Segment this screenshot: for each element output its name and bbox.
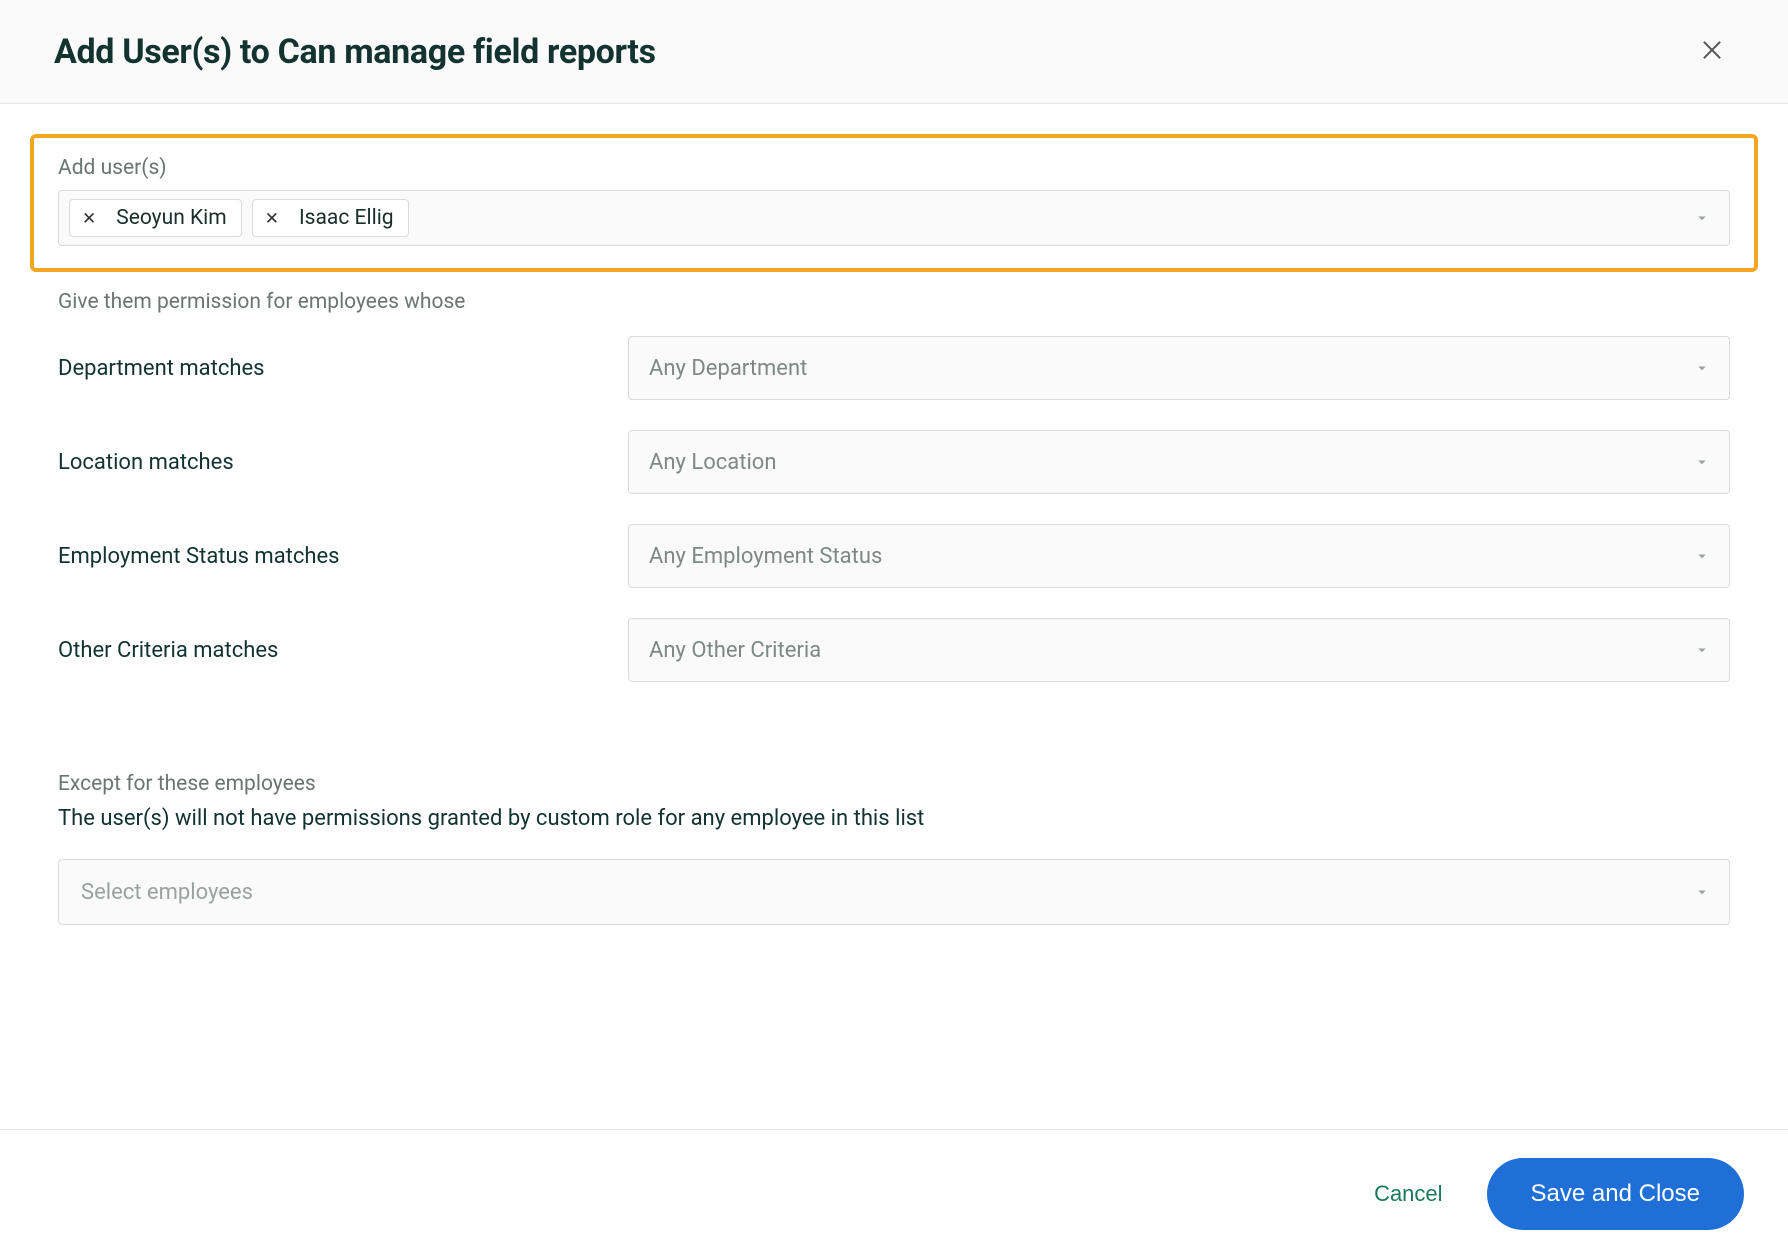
criteria-row-department: Department matches Any Department	[58, 336, 1730, 400]
criteria-label: Employment Status matches	[58, 544, 628, 569]
select-placeholder: Any Location	[649, 450, 777, 475]
chip-remove-button[interactable]: ✕	[76, 210, 102, 227]
criteria-label: Location matches	[58, 450, 628, 475]
x-icon: ✕	[265, 209, 279, 228]
chevron-down-icon	[1693, 453, 1711, 471]
chip-label: Isaac Ellig	[299, 206, 394, 230]
select-placeholder: Select employees	[81, 880, 253, 905]
select-placeholder: Any Department	[649, 356, 807, 381]
other-criteria-select[interactable]: Any Other Criteria	[628, 618, 1730, 682]
dialog-title: Add User(s) to Can manage field reports	[54, 32, 656, 72]
employment-status-select[interactable]: Any Employment Status	[628, 524, 1730, 588]
except-employees-select[interactable]: Select employees	[58, 859, 1730, 925]
except-header: Except for these employees	[58, 772, 1730, 796]
chevron-down-icon	[1693, 359, 1711, 377]
dialog-content: Add user(s) ✕ Seoyun Kim ✕ Isaac Ellig	[0, 104, 1788, 1129]
chevron-down-icon	[1693, 883, 1711, 901]
chevron-down-icon	[1693, 209, 1711, 227]
add-users-highlight: Add user(s) ✕ Seoyun Kim ✕ Isaac Ellig	[30, 134, 1758, 272]
save-and-close-button[interactable]: Save and Close	[1487, 1158, 1744, 1230]
except-section: Except for these employees The user(s) w…	[30, 772, 1758, 925]
add-users-multiselect[interactable]: ✕ Seoyun Kim ✕ Isaac Ellig	[58, 190, 1730, 246]
close-button[interactable]	[1690, 28, 1734, 75]
permission-hint-text: Give them permission for employees whose	[58, 290, 1730, 314]
select-placeholder: Any Other Criteria	[649, 638, 821, 663]
department-select[interactable]: Any Department	[628, 336, 1730, 400]
criteria-row-location: Location matches Any Location	[58, 430, 1730, 494]
chip-label: Seoyun Kim	[116, 206, 226, 230]
dialog-header: Add User(s) to Can manage field reports	[0, 0, 1788, 104]
criteria-list: Department matches Any Department Locati…	[30, 336, 1758, 682]
location-select[interactable]: Any Location	[628, 430, 1730, 494]
chevron-down-icon	[1693, 547, 1711, 565]
user-chip: ✕ Isaac Ellig	[252, 199, 409, 237]
user-chip: ✕ Seoyun Kim	[69, 199, 242, 237]
criteria-label: Department matches	[58, 356, 628, 381]
dialog-footer: Cancel Save and Close	[0, 1129, 1788, 1258]
criteria-row-other: Other Criteria matches Any Other Criteri…	[58, 618, 1730, 682]
add-users-label: Add user(s)	[58, 156, 1730, 180]
x-icon: ✕	[82, 209, 96, 228]
chevron-down-icon	[1693, 641, 1711, 659]
cancel-button[interactable]: Cancel	[1366, 1171, 1450, 1217]
add-users-dialog: Add User(s) to Can manage field reports …	[0, 0, 1788, 1258]
chip-remove-button[interactable]: ✕	[259, 210, 285, 227]
except-subtext: The user(s) will not have permissions gr…	[58, 806, 1730, 831]
criteria-row-employment-status: Employment Status matches Any Employment…	[58, 524, 1730, 588]
close-icon	[1698, 52, 1726, 67]
select-placeholder: Any Employment Status	[649, 544, 882, 569]
criteria-label: Other Criteria matches	[58, 638, 628, 663]
